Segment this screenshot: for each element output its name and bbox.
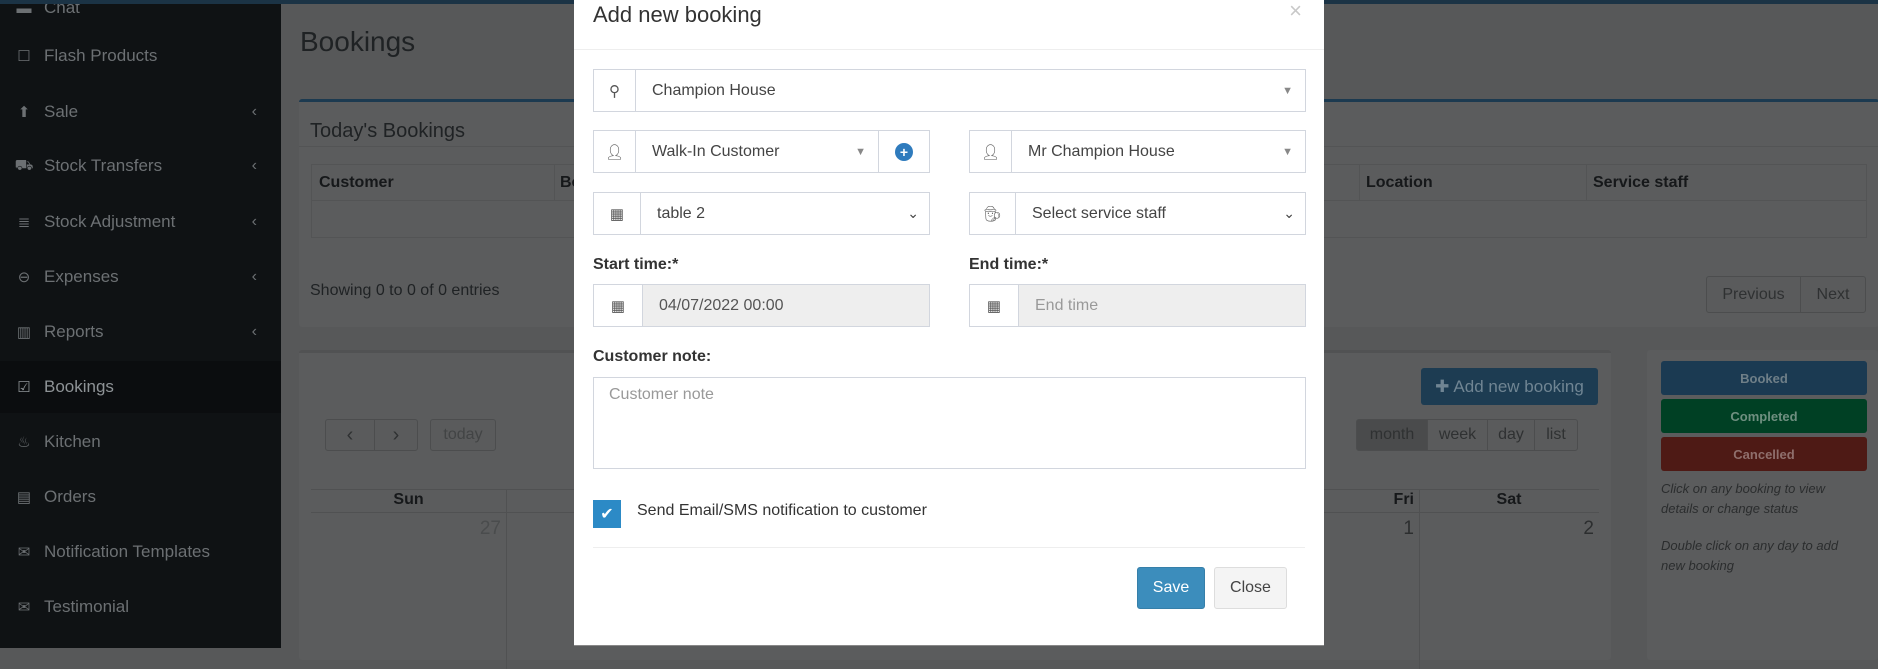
table-icon: ▦ — [594, 193, 641, 234]
sidebar-item-chat[interactable]: ▬ Chat — [0, 0, 281, 34]
today-button[interactable]: today — [430, 419, 496, 451]
hint-text: Click on any booking to view details or … — [1661, 481, 1826, 516]
bar-chart-icon: ▥ — [16, 324, 32, 341]
location-select[interactable]: ⚲ Champion House ▼ — [593, 69, 1306, 112]
notify-label[interactable]: Send Email/SMS notification to customer — [637, 502, 927, 520]
sidebar-item-notification-templates[interactable]: ✉ Notification Templates — [0, 526, 281, 578]
chevron-left-icon: ‹ — [251, 213, 257, 230]
next-month-button[interactable]: › — [374, 419, 418, 451]
plus-icon: ✚ — [1435, 376, 1450, 396]
correspondent-select[interactable]: 👤︎ Mr Champion House ▼ — [969, 130, 1306, 173]
sidebar: ▬ Chat ☐ Flash Products ⬆ Sale ‹ ⛟ Stock Tran… — [0, 0, 281, 648]
col-location: Location — [1366, 174, 1433, 191]
next-button[interactable]: Next — [1800, 276, 1866, 313]
plus-circle-icon: + — [895, 142, 913, 161]
user-icon: 👤︎ — [594, 131, 636, 172]
chevron-left-icon: ‹ — [251, 103, 257, 120]
view-list-button[interactable]: list — [1534, 419, 1578, 451]
start-time-label: Start time:* — [593, 256, 679, 273]
sidebar-item-flash-products[interactable]: ☐ Flash Products — [0, 30, 281, 82]
status-completed: Completed — [1661, 399, 1867, 433]
modal-title: Add new booking — [593, 2, 762, 27]
chevron-down-icon: ⌄ — [1283, 205, 1295, 221]
status-cancelled: Cancelled — [1661, 437, 1867, 471]
sidebar-item-orders[interactable]: ▤ Orders — [0, 471, 281, 523]
service-staff-select[interactable]: 🕵︎ Select service staff ⌄ — [969, 192, 1306, 235]
chevron-down-icon: ⌄ — [907, 205, 919, 221]
close-icon[interactable]: × — [1289, 0, 1302, 24]
view-day-button[interactable]: day — [1487, 419, 1535, 451]
chevron-left-icon: ‹ — [251, 323, 257, 340]
status-booked: Booked — [1661, 361, 1867, 395]
sidebar-item-reports[interactable]: ▥ Reports ‹ — [0, 306, 281, 358]
table-info: Showing 0 to 0 of 0 entries — [310, 282, 500, 299]
caret-down-icon: ▼ — [1282, 84, 1293, 97]
minus-circle-icon: ⊖ — [17, 269, 31, 286]
caret-down-icon: ▼ — [855, 145, 866, 158]
chevron-right-icon: › — [392, 423, 400, 446]
previous-button[interactable]: Previous — [1706, 276, 1801, 313]
chevron-left-icon: ‹ — [346, 423, 354, 446]
sidebar-item-testimonial[interactable]: ✉ Testimonial — [0, 581, 281, 633]
calendar-check-icon: ☑ — [17, 379, 31, 396]
box-title: Today's Bookings — [310, 120, 466, 142]
square-icon: ☐ — [17, 48, 31, 65]
date-cell[interactable]: 2 — [1539, 518, 1594, 540]
envelope-icon: ✉ — [17, 599, 31, 616]
day-header-fri: Fri — [1393, 491, 1414, 508]
customer-select[interactable]: 👤︎ Walk-In Customer ▼ + — [593, 130, 930, 173]
chevron-left-icon: ‹ — [251, 268, 257, 285]
col-service-staff: Service staff — [1593, 174, 1689, 191]
sidebar-item-kitchen[interactable]: ♨ Kitchen — [0, 416, 281, 468]
customer-note-textarea[interactable]: Customer note — [593, 377, 1306, 469]
database-icon: ≣ — [17, 214, 31, 231]
view-week-button[interactable]: week — [1427, 419, 1488, 451]
fire-icon: ♨ — [17, 434, 31, 451]
caret-down-icon: ▼ — [1282, 145, 1293, 158]
col-customer: Customer — [319, 174, 394, 191]
add-new-booking-button[interactable]: ✚ Add new booking — [1421, 368, 1598, 405]
day-header-sat: Sat — [1496, 491, 1522, 508]
envelope-icon: ✉ — [17, 544, 31, 561]
sidebar-item-bookings[interactable]: ☑ Bookings — [0, 361, 281, 413]
table-select[interactable]: ▦ table 2 ⌄ — [593, 192, 930, 235]
calendar-icon: ▦ — [970, 285, 1019, 326]
user-icon: 👤︎ — [970, 131, 1012, 172]
chevron-left-icon: ‹ — [251, 157, 257, 174]
sidebar-item-expenses[interactable]: ⊖ Expenses ‹ — [0, 251, 281, 303]
end-time-input[interactable]: ▦ End time — [969, 284, 1306, 327]
date-cell[interactable]: 27 — [449, 518, 501, 540]
view-month-button[interactable]: month — [1356, 419, 1428, 451]
notify-checkbox[interactable]: ✔ — [593, 500, 621, 528]
list-alt-icon: ▤ — [16, 489, 32, 506]
date-cell[interactable]: 1 — [1359, 518, 1414, 540]
map-marker-icon: ⚲ — [594, 70, 636, 111]
truck-icon: ⛟ — [14, 156, 34, 174]
customer-note-label: Customer note: — [593, 348, 712, 365]
hint-text: Double click on any day to add new booki… — [1661, 538, 1839, 573]
start-time-input[interactable]: ▦ 04/07/2022 00:00 — [593, 284, 930, 327]
add-customer-button[interactable]: + — [878, 131, 929, 172]
save-button[interactable]: Save — [1137, 567, 1205, 609]
calendar-icon: ▦ — [594, 285, 643, 326]
sidebar-item-stock-adjustment[interactable]: ≣ Stock Adjustment ‹ — [0, 196, 281, 248]
day-header-sun: Sun — [393, 491, 424, 508]
close-button[interactable]: Close — [1214, 567, 1287, 609]
add-booking-modal: Add new booking × ⚲ Champion House ▼ 👤︎ W… — [574, 0, 1324, 646]
end-time-label: End time:* — [969, 256, 1049, 273]
sidebar-item-stock-transfers[interactable]: ⛟ Stock Transfers ‹ — [0, 140, 281, 192]
check-icon: ✔ — [600, 506, 614, 523]
page-title: Bookings — [300, 26, 416, 57]
user-secret-icon: 🕵︎ — [970, 193, 1016, 234]
sidebar-item-sale[interactable]: ⬆ Sale ‹ — [0, 86, 281, 138]
arrow-circle-up-icon: ⬆ — [17, 104, 31, 121]
prev-month-button[interactable]: ‹ — [325, 419, 375, 451]
